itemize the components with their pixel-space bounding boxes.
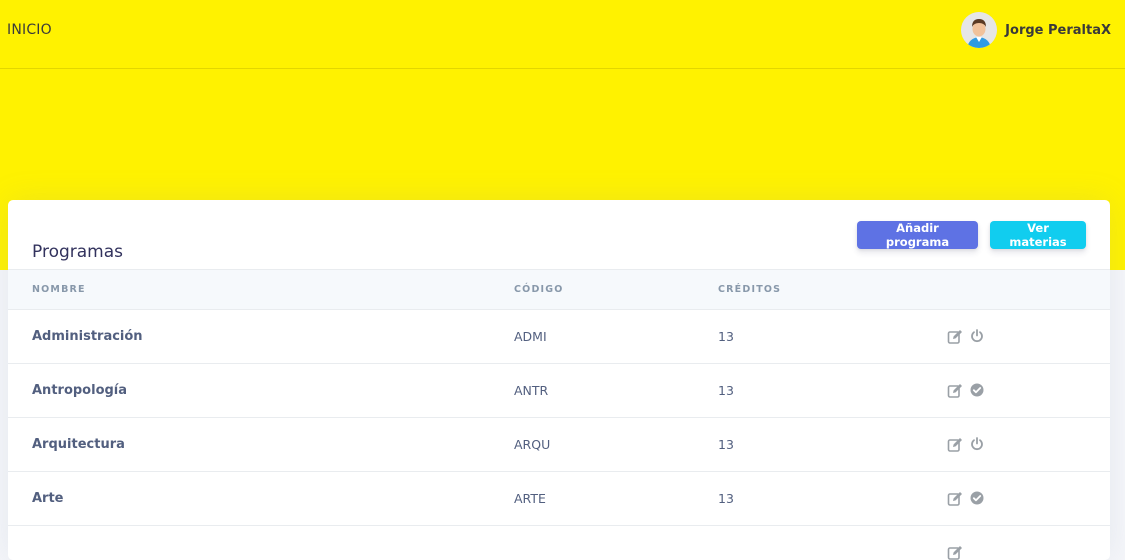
program-name: Arquitectura (8, 418, 514, 472)
table-row (8, 526, 1110, 560)
program-code: ADMI (514, 310, 718, 364)
program-credits: 13 (718, 418, 947, 472)
row-actions-group (947, 436, 1110, 453)
add-program-button[interactable]: Añadir programa (857, 221, 978, 249)
edit-icon[interactable] (947, 491, 963, 507)
brand-link[interactable]: INICIO (7, 22, 52, 38)
view-subjects-button[interactable]: Ver materias (990, 221, 1086, 249)
row-actions (947, 418, 1110, 472)
row-actions-group (947, 490, 1110, 507)
program-name: Antropología (8, 364, 514, 418)
program-code: ARQU (514, 418, 718, 472)
row-actions (947, 472, 1110, 526)
column-header-actions (947, 270, 1110, 310)
user-menu[interactable]: Jorge PeraltaX (961, 12, 1111, 48)
edit-icon[interactable] (947, 545, 963, 560)
row-actions (947, 310, 1110, 364)
top-navbar: INICIO Jorge PeraltaX (0, 0, 1125, 69)
power-icon[interactable] (970, 329, 986, 345)
edit-icon[interactable] (947, 329, 963, 345)
table-row: ArquitecturaARQU13 (8, 418, 1110, 472)
program-credits: 13 (718, 472, 947, 526)
program-code: ARTE (514, 472, 718, 526)
edit-icon[interactable] (947, 383, 963, 399)
check-circle-icon[interactable] (970, 491, 986, 507)
row-actions-group (947, 328, 1110, 345)
program-name (8, 526, 514, 560)
page-title: Programas (32, 242, 123, 262)
row-actions (947, 364, 1110, 418)
program-code: ANTR (514, 364, 718, 418)
programs-card: Programas Añadir programa Ver materias N… (8, 200, 1110, 560)
program-code (514, 526, 718, 560)
card-header: Programas Añadir programa Ver materias (8, 200, 1110, 270)
table-row: AntropologíaANTR13 (8, 364, 1110, 418)
program-credits: 13 (718, 310, 947, 364)
table-row: ArteARTE13 (8, 472, 1110, 526)
program-credits: 13 (718, 364, 947, 418)
edit-icon[interactable] (947, 437, 963, 453)
table-header-row: NOMBRE CÓDIGO CRÉDITOS (8, 270, 1110, 310)
check-circle-icon[interactable] (970, 383, 986, 399)
power-icon[interactable] (970, 437, 986, 453)
program-credits (718, 526, 947, 560)
column-header-code: CÓDIGO (514, 270, 718, 310)
column-header-credits: CRÉDITOS (718, 270, 947, 310)
row-actions-group (947, 545, 1110, 560)
column-header-name: NOMBRE (8, 270, 514, 310)
table-row: AdministraciónADMI13 (8, 310, 1110, 364)
avatar-icon[interactable] (961, 12, 997, 48)
user-name[interactable]: Jorge PeraltaX (1005, 23, 1111, 38)
row-actions (947, 526, 1110, 560)
program-name: Administración (8, 310, 514, 364)
program-name: Arte (8, 472, 514, 526)
programs-table: NOMBRE CÓDIGO CRÉDITOS AdministraciónADM… (8, 270, 1110, 560)
row-actions-group (947, 382, 1110, 399)
